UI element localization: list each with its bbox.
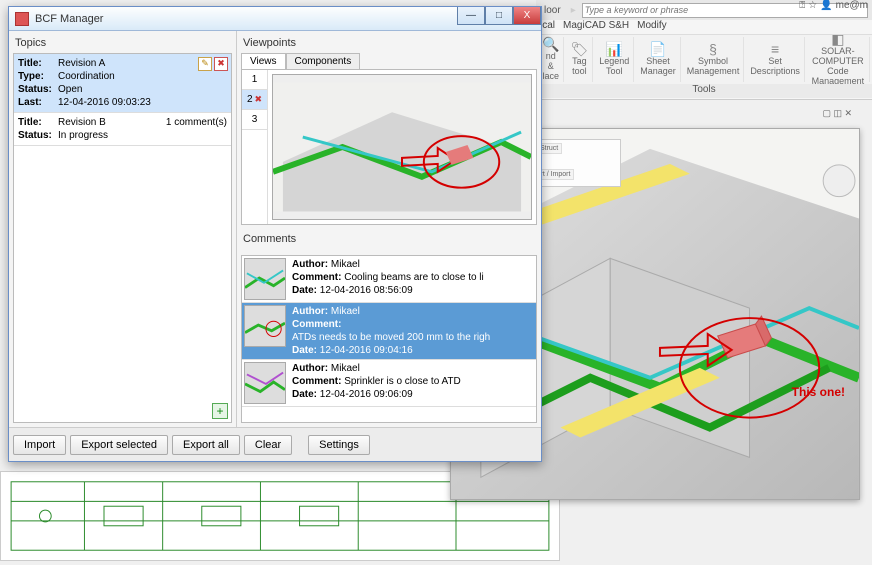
viewpoints-label: Viewpoints bbox=[241, 35, 537, 53]
app-titlebar: loor ▸ ⍰ ☆ 👤 me@m bbox=[536, 0, 872, 20]
clear-button[interactable]: Clear bbox=[244, 435, 292, 455]
desc-icon: ≡ bbox=[771, 42, 779, 57]
annotation-text: This one! bbox=[792, 385, 845, 399]
tool-tag[interactable]: 🏷Tag tool bbox=[566, 37, 593, 82]
tab-components[interactable]: Components bbox=[286, 53, 361, 69]
viewpoint-tabs: Views Components bbox=[241, 53, 537, 69]
ribbon-background: loor ▸ ⍰ ☆ 👤 me@m ical MagiCAD S&H Modif… bbox=[536, 0, 872, 100]
star-icon[interactable]: ☆ bbox=[808, 0, 817, 11]
viewpoints-content: 1 2✖ 3 bbox=[241, 69, 537, 225]
comment-item[interactable]: Author: Mikael Comment: Sprinkler is o c… bbox=[242, 360, 536, 407]
right-pane: Viewpoints Views Components 1 2✖ 3 bbox=[237, 31, 541, 427]
tool-symbol-mgmt[interactable]: §Symbol Management bbox=[683, 37, 745, 82]
viewpoint-strip: 1 2✖ 3 bbox=[242, 70, 268, 224]
viewpoint-slot[interactable]: 2✖ bbox=[242, 90, 267, 110]
edit-icon[interactable]: ✎ bbox=[198, 57, 212, 71]
topic-item[interactable]: ✎ ✖ Title:Revision A Type:Coordination S… bbox=[14, 54, 231, 113]
viewpoint-thumbnail[interactable] bbox=[272, 74, 532, 220]
document-window-controls[interactable]: ▢ ◫ ✕ bbox=[772, 108, 852, 122]
viewpoint-slot[interactable]: 1 bbox=[242, 70, 267, 90]
user-icon[interactable]: 👤 bbox=[820, 0, 832, 11]
tool-legend[interactable]: 📊Legend Tool bbox=[595, 37, 634, 82]
bcf-titlebar[interactable]: BCF Manager — □ X bbox=[9, 7, 541, 31]
viewpoint-slot[interactable]: 3 bbox=[242, 110, 267, 130]
ribbon-group-label: Tools bbox=[536, 84, 872, 98]
export-all-button[interactable]: Export all bbox=[172, 435, 240, 455]
comment-count: 1 comment(s) bbox=[166, 116, 227, 129]
bcf-manager-window: BCF Manager — □ X Topics ✎ ✖ Title:Revis… bbox=[8, 6, 542, 462]
comment-item[interactable]: Author: Mikael Comment: ATDs needs to be… bbox=[242, 303, 536, 360]
tool-solar-computer[interactable]: ◧SOLAR-COMPUTER Code Management bbox=[807, 37, 870, 82]
maximize-button[interactable]: □ bbox=[485, 7, 513, 25]
comment-thumbnail bbox=[244, 258, 286, 300]
topics-list: ✎ ✖ Title:Revision A Type:Coordination S… bbox=[13, 53, 232, 423]
comment-item[interactable]: Author: Mikael Comment: Cooling beams ar… bbox=[242, 256, 536, 303]
ribbon-tools: 🔍nd & lace 🏷Tag tool 📊Legend Tool 📄Sheet… bbox=[536, 34, 872, 84]
settings-button[interactable]: Settings bbox=[308, 435, 370, 455]
export-selected-button[interactable]: Export selected bbox=[70, 435, 168, 455]
tab-modify[interactable]: Modify bbox=[637, 20, 666, 34]
tab-magicad[interactable]: MagiCAD S&H bbox=[563, 20, 629, 34]
bcf-app-icon bbox=[15, 12, 29, 26]
sheet-icon: 📄 bbox=[649, 42, 666, 57]
find-icon: 🔍 bbox=[542, 37, 559, 52]
import-button[interactable]: Import bbox=[13, 435, 66, 455]
tag-icon: 🏷 bbox=[570, 42, 588, 57]
ribbon-tabs: ical MagiCAD S&H Modify bbox=[536, 20, 872, 34]
topics-label: Topics bbox=[13, 35, 232, 53]
comments-list: Author: Mikael Comment: Cooling beams ar… bbox=[241, 255, 537, 423]
comment-thumbnail bbox=[244, 305, 286, 347]
add-topic-button[interactable]: + bbox=[212, 403, 228, 419]
bcf-title-text: BCF Manager bbox=[35, 13, 103, 25]
legend-icon: 📊 bbox=[606, 42, 623, 57]
close-button[interactable]: X bbox=[513, 7, 541, 25]
tab-ical[interactable]: ical bbox=[540, 20, 555, 34]
tool-set-descriptions[interactable]: ≡Set Descriptions bbox=[746, 37, 805, 82]
help-icon[interactable]: ⍰ bbox=[799, 0, 805, 11]
titlebar-icons: ⍰ ☆ 👤 me@m bbox=[799, 0, 868, 11]
user-label: me@m bbox=[836, 0, 868, 11]
comment-thumbnail bbox=[244, 362, 286, 404]
symbol-icon: § bbox=[709, 42, 717, 57]
delete-icon[interactable]: ✖ bbox=[255, 94, 263, 105]
delete-icon[interactable]: ✖ bbox=[214, 57, 228, 71]
topics-pane: Topics ✎ ✖ Title:Revision A Type:Coordin… bbox=[9, 31, 237, 427]
minimize-button[interactable]: — bbox=[457, 7, 485, 25]
tool-sheet-manager[interactable]: 📄Sheet Manager bbox=[636, 37, 681, 82]
comments-label: Comments bbox=[241, 231, 537, 249]
topic-item[interactable]: 1 comment(s) Title:Revision B Status:In … bbox=[14, 113, 231, 146]
title-fragment: loor bbox=[540, 5, 565, 16]
tab-views[interactable]: Views bbox=[241, 53, 286, 69]
solar-icon: ◧ bbox=[831, 32, 844, 47]
bcf-footer: Import Export selected Export all Clear … bbox=[9, 427, 541, 461]
